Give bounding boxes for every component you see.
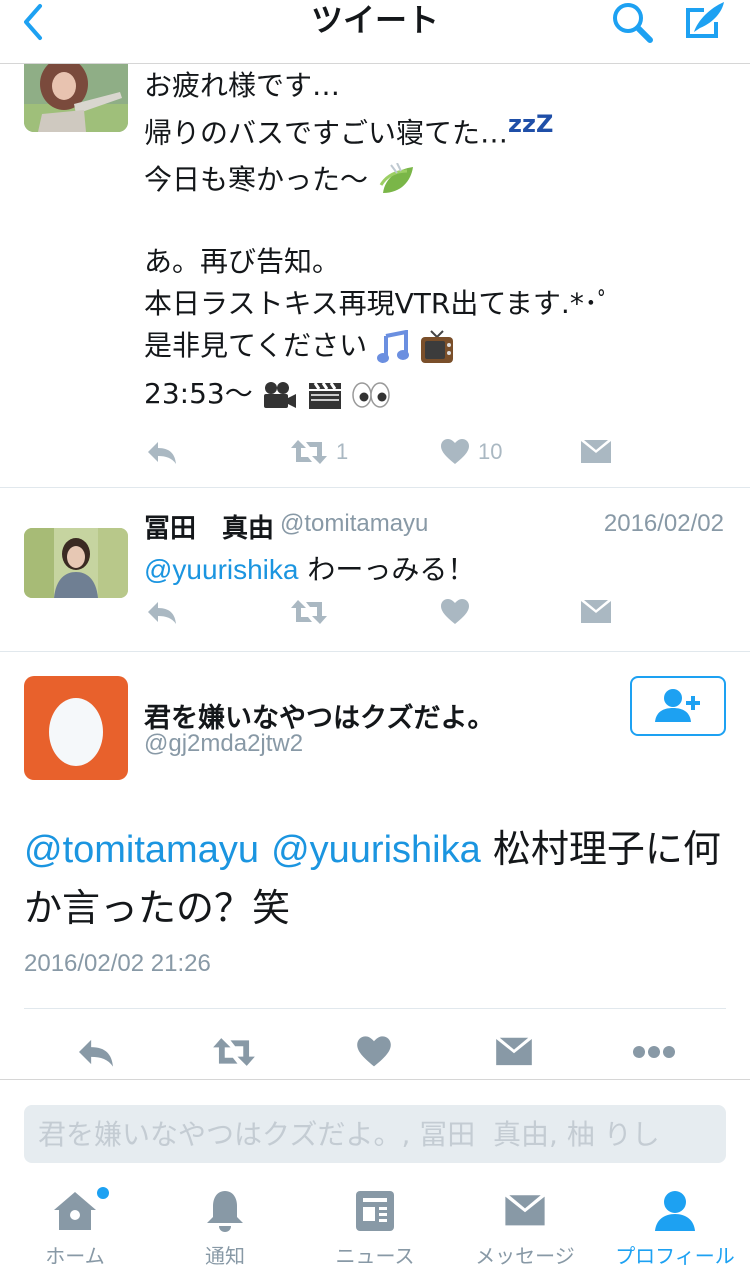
reply-icon [148,602,176,624]
home-icon [54,1192,96,1230]
tab-label: ホーム [45,1244,105,1268]
reply-button[interactable] [146,592,178,632]
header-bar: ツイート [0,0,750,64]
mention-link[interactable]: @tomitamayu [24,829,259,871]
reply-icon [148,442,176,464]
tab-label: ニュース [335,1244,415,1268]
heart-icon [357,1036,391,1067]
focused-tweet: 君を嫌いなやつはクズだよ。 @gj2mda2jtw2 @tomitamayu @… [0,652,750,1080]
tab-profile[interactable]: プロフィール [600,1180,750,1270]
more-dots-icon [633,1046,675,1058]
tweet-text: @tomitamayu @yuurishika 松村理子に何か言ったの？笑 [24,827,721,930]
tab-messages[interactable]: メッセージ [450,1180,600,1270]
avatar[interactable] [24,528,128,598]
tweet-text-line: お疲れ様です… [144,69,341,102]
retweet-icon [291,600,327,624]
author-name[interactable]: 冨田 真由 [144,508,274,545]
tweet-text: @yuurishika わーっみる！ [144,553,476,586]
reply-button[interactable] [146,432,178,472]
heart-icon [441,439,469,464]
retweet-count: 1 [336,439,349,464]
tab-label: メッセージ [475,1244,575,1268]
heart-icon [441,599,469,624]
more-options-button[interactable] [632,1032,676,1072]
retweet-icon [213,1038,255,1066]
direct-message-button[interactable] [580,592,612,632]
envelope-icon [581,440,611,463]
reply-input[interactable] [24,1105,726,1163]
mention-link[interactable]: @yuurishika [144,554,298,585]
direct-message-button[interactable] [492,1032,536,1072]
tab-news[interactable]: ニュース [300,1180,450,1270]
search-icon [613,3,653,43]
music-note-emoji-icon [377,329,410,363]
retweet-button[interactable]: 1 [290,432,348,472]
notification-dot [97,1187,109,1199]
compose-quill-icon [686,2,724,38]
add-user-icon [655,689,700,722]
author-handle[interactable]: @gj2mda2jtw2 [144,730,303,758]
egg-avatar-icon [49,698,103,766]
tab-home[interactable]: ホーム [0,1180,150,1270]
movie-camera-emoji-icon [263,382,296,408]
reply-icon [79,1039,113,1067]
retweet-button[interactable] [212,1032,256,1072]
bottom-tab-bar: ホーム 通知 ニュース メッセージ プロフィール [0,1180,750,1270]
direct-message-button[interactable] [580,432,612,472]
tweet-date: 2016/02/02 [603,510,724,537]
envelope-icon [581,600,611,623]
like-button[interactable] [352,1032,396,1072]
envelope-icon [496,1037,532,1066]
profile-person-icon [655,1191,695,1231]
compose-tweet-button[interactable] [680,0,730,44]
clapper-board-emoji-icon [308,382,341,409]
like-count: 10 [478,439,503,464]
follow-button[interactable] [630,676,726,736]
like-button[interactable] [440,592,470,632]
bell-icon [207,1191,243,1232]
retweet-icon [291,440,327,464]
television-emoji-icon [420,330,453,363]
tweet-text-line: 本日ラストキス再現VTR出てます.*･ﾟ [144,287,612,320]
tweet-text-line: 帰りのバスですごい寝てた…zzZ [144,110,554,150]
tab-label: プロフィール [615,1244,735,1268]
tab-notifications[interactable]: 通知 [150,1180,300,1270]
author-handle[interactable]: @tomitamayu [280,510,428,538]
tweet-item[interactable]: 冨田 真由 @tomitamayu 2016/02/02 @yuurishika… [0,488,750,652]
reply-box [24,1105,726,1163]
reply-button[interactable] [74,1032,118,1072]
tweet-actions [0,1032,750,1072]
divider [24,1008,726,1009]
tweet-text-line: 是非見てください [144,324,455,365]
search-button[interactable] [608,0,656,44]
mention-link[interactable]: @yuurishika [271,829,481,871]
leaf-emoji-icon [379,162,413,193]
avatar[interactable] [24,64,128,132]
tweet-item[interactable]: お疲れ様です… 帰りのバスですごい寝てた…zzZ 今日も寒かった〜 あ。再び告知… [0,64,750,488]
avatar[interactable] [24,676,128,780]
zzz-emoji: zzZ [508,110,554,138]
tweet-text-line: 今日も寒かった〜 [144,158,417,199]
tab-label: 通知 [205,1244,245,1268]
like-button[interactable]: 10 [440,432,502,472]
retweet-button[interactable] [290,592,328,632]
envelope-icon [505,1195,545,1226]
tweet-text-line: あ。再び告知。 [144,245,341,278]
tweet-text-line: 23:53〜 [144,372,391,412]
eyes-emoji-icon [352,382,391,408]
news-icon [356,1191,394,1231]
tweet-timestamp: 2016/02/02 21:26 [24,950,211,977]
